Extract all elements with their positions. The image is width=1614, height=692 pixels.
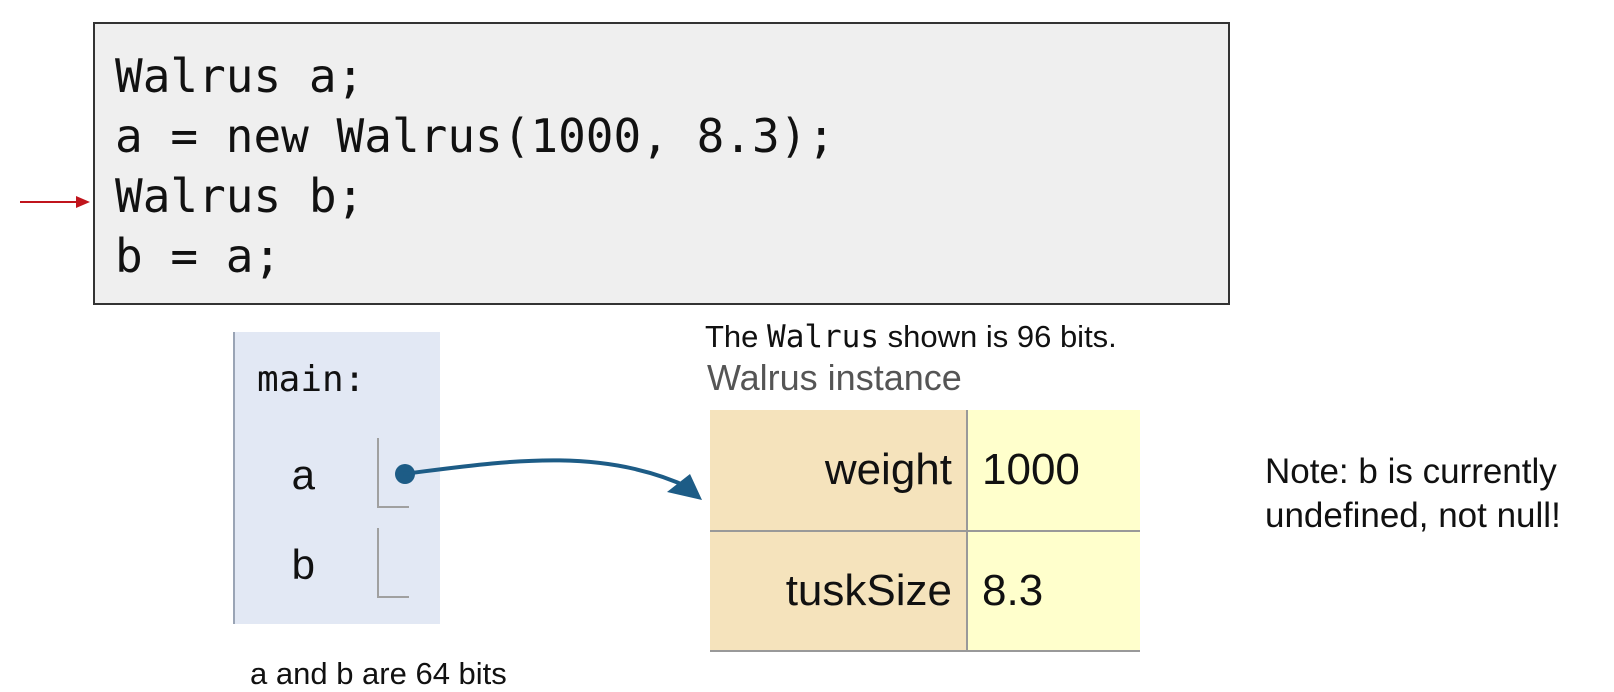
current-line-arrow-icon xyxy=(20,196,90,208)
field-name-weight: weight xyxy=(710,410,967,532)
code-line-current: Walrus b; xyxy=(115,169,365,223)
code-line: b = a; xyxy=(115,229,282,283)
code-line: Walrus a; xyxy=(115,49,365,103)
frame-title: main: xyxy=(257,359,366,400)
variable-a-name: a xyxy=(291,451,315,498)
code-line: a = new Walrus(1000, 8.3); xyxy=(115,109,836,163)
stack-frame: main: a b xyxy=(233,332,440,624)
size-note-type-name: Walrus xyxy=(767,319,880,355)
instance-label: Walrus instance xyxy=(707,357,962,398)
field-value-tusksize: 8.3 xyxy=(966,530,1140,651)
instance-field-row: weight 1000 xyxy=(710,410,1140,532)
bits-note: a and b are 64 bits xyxy=(250,656,507,691)
size-note-suffix: shown is 96 bits. xyxy=(879,319,1117,354)
code-block: Walrus a; a = new Walrus(1000, 8.3); Wal… xyxy=(93,22,1230,305)
walrus-instance-table: weight 1000 tuskSize 8.3 xyxy=(710,410,1140,652)
side-note: Note: b is currently undefined, not null… xyxy=(1265,450,1561,538)
field-value-weight: 1000 xyxy=(966,410,1140,532)
field-name-tusksize: tuskSize xyxy=(710,530,967,651)
side-note-line2: undefined, not null! xyxy=(1265,496,1561,535)
variable-b-name: b xyxy=(291,541,315,588)
reference-dot-icon xyxy=(395,464,415,484)
instance-field-row: tuskSize 8.3 xyxy=(710,530,1140,651)
size-note-prefix: The xyxy=(705,319,768,354)
side-note-line1: Note: b is currently xyxy=(1265,452,1557,491)
variable-b-slot xyxy=(377,528,409,598)
size-note: The Walrus shown is 96 bits. xyxy=(705,318,1117,356)
